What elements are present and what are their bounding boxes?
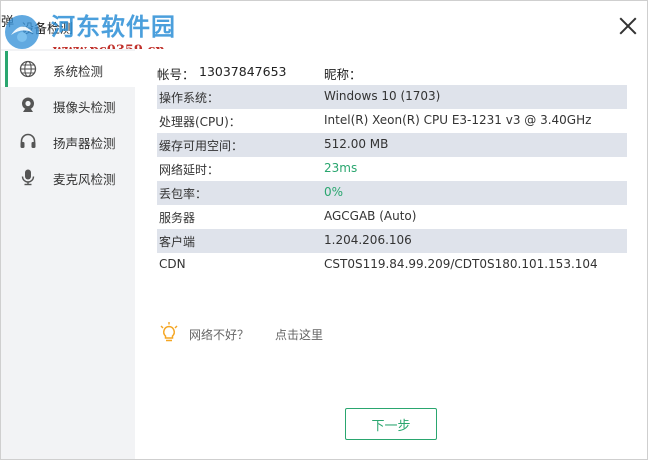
info-key: 网络延时： — [159, 163, 220, 177]
info-row-cache: 缓存可用空间： 512.00 MB — [157, 133, 627, 157]
info-value: 23ms — [324, 161, 358, 175]
sidebar-item-system-check[interactable]: 系统检测 — [1, 51, 135, 87]
headphones-icon — [20, 133, 36, 148]
info-row-os: 操作系统： Windows 10 (1703) — [157, 85, 627, 109]
info-row-cdn: CDN CST0S119.84.99.209/CDT0S180.101.153.… — [157, 253, 627, 277]
info-key: 操作系统： — [159, 91, 220, 105]
info-row-packet-loss: 丢包率： 0% — [157, 181, 627, 205]
edge-glyph: 弹 — [1, 15, 15, 30]
info-row-cpu: 处理器(CPU)： Intel(R) Xeon(R) CPU E3-1231 v… — [157, 109, 627, 133]
nickname-label: 昵称： — [324, 67, 362, 82]
info-row-server: 服务器 AGCGAB (Auto) — [157, 205, 627, 229]
lightbulb-icon — [160, 322, 178, 342]
sidebar-item-microphone-check[interactable]: 麦克风检测 — [1, 159, 135, 195]
info-key: 丢包率： — [159, 187, 208, 201]
info-value: CST0S119.84.99.209/CDT0S180.101.153.104 — [324, 257, 598, 271]
sidebar-item-speaker-check[interactable]: 扬声器检测 — [1, 123, 135, 159]
info-key: 客户端 — [159, 235, 196, 249]
info-value: Windows 10 (1703) — [324, 89, 441, 103]
info-value: 0% — [324, 185, 344, 199]
next-step-button[interactable]: 下一步 — [345, 408, 437, 440]
info-key: CDN — [159, 257, 186, 271]
info-key: 处理器(CPU)： — [159, 115, 241, 129]
microphone-icon — [21, 169, 35, 186]
info-value: AGCGAB (Auto) — [324, 209, 417, 223]
device-check-window: 弹 设备检测 河东软件园 www.pc0359.cn 系统检测 — [0, 0, 648, 460]
click-here-link[interactable]: 点击这里 — [275, 326, 323, 343]
sidebar-item-camera-check[interactable]: 摄像头检测 — [1, 87, 135, 123]
info-value: 1.204.206.106 — [324, 233, 412, 247]
account-id-value: 13037847653 — [199, 64, 287, 79]
globe-icon — [19, 60, 37, 78]
info-value: 512.00 MB — [324, 137, 389, 151]
sidebar-item-label: 麦克风检测 — [53, 172, 116, 187]
sidebar-item-label: 系统检测 — [53, 64, 104, 79]
info-key: 缓存可用空间： — [159, 139, 244, 153]
info-row-latency: 网络延时： 23ms — [157, 157, 627, 181]
info-row-client: 客户端 1.204.206.106 — [157, 229, 627, 253]
close-icon[interactable] — [617, 15, 639, 37]
main-content: 帐号： 13037847653 昵称： 操作系统： Windows 10 (17… — [135, 49, 647, 459]
account-id-label: 帐号： — [157, 67, 195, 82]
sidebar-item-label: 扬声器检测 — [53, 136, 116, 151]
info-value: Intel(R) Xeon(R) CPU E3-1231 v3 @ 3.40GH… — [324, 113, 592, 127]
sidebar-item-label: 摄像头检测 — [53, 100, 116, 115]
info-key: 服务器 — [159, 211, 196, 225]
webcam-icon — [22, 97, 34, 112]
sidebar: 系统检测 摄像头检测 扬声器检测 麦克风检测 — [1, 49, 135, 459]
window-title: 设备检测 — [21, 22, 74, 37]
title-bar: 弹 设备检测 — [1, 1, 647, 49]
tip-text: 网络不好？ — [189, 328, 250, 342]
